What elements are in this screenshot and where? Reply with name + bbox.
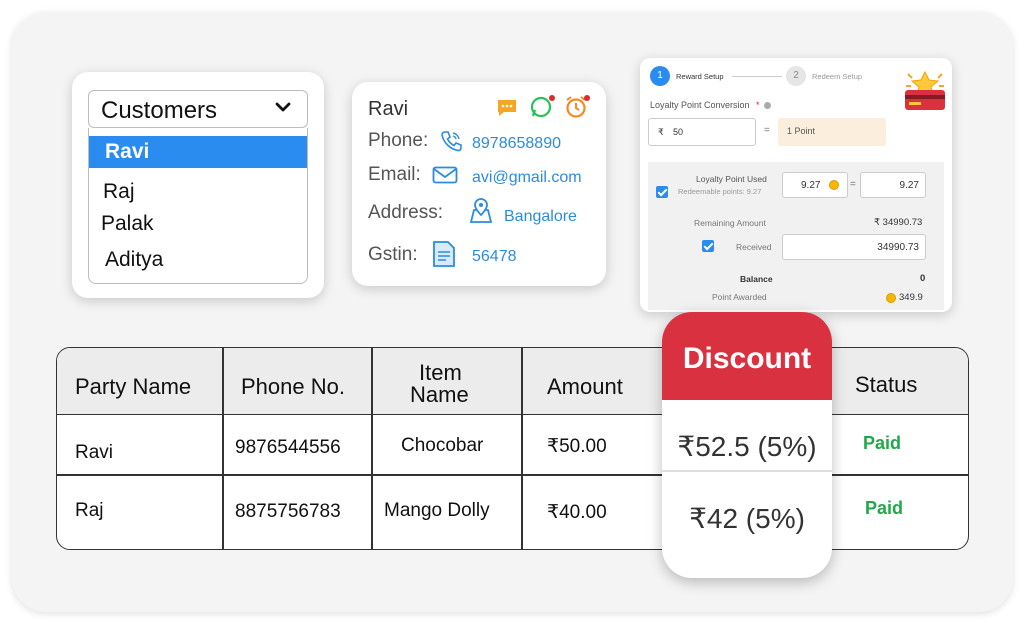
conversion-label: Loyalty Point Conversion — [650, 100, 750, 110]
transactions-table: Party Name Phone No. Item Name Amount St… — [56, 347, 969, 550]
step-2-circle[interactable]: 2 — [786, 66, 806, 86]
step-1-circle[interactable]: 1 — [650, 66, 670, 86]
received-checkbox[interactable] — [702, 240, 714, 252]
row1-party: Ravi — [75, 442, 114, 463]
email-label: Email: — [368, 164, 421, 185]
discount-row1-value: ₹52.5 (5%) — [677, 431, 817, 462]
column-divider — [222, 348, 224, 549]
header-item-name-line1: Item — [419, 360, 462, 385]
point-awarded-label: Point Awarded — [712, 292, 767, 302]
row2-party: Raj — [75, 500, 104, 521]
alarm-clock-icon[interactable] — [564, 94, 590, 120]
point-awarded-value: 349.9 — [899, 292, 923, 303]
redeemable-points-label: Redeemable points: 9.27 — [678, 187, 762, 196]
map-pin-icon — [469, 198, 493, 223]
header-party-name: Party Name — [75, 374, 192, 399]
coin-icon-awarded — [886, 293, 896, 303]
phone-icon — [441, 131, 462, 152]
required-mark: * — [756, 100, 760, 110]
row2-item: Mango Dolly — [384, 500, 490, 521]
column-divider — [521, 348, 523, 549]
row1-amount: ₹50.00 — [547, 436, 607, 457]
step-2-label[interactable]: Redeem Setup — [812, 72, 862, 81]
rupee-symbol: ₹ — [658, 127, 664, 137]
message-icon[interactable] — [496, 98, 518, 118]
loyalty-used-result-field: 9.27 — [860, 172, 926, 198]
row2-status-badge: Paid — [865, 498, 904, 518]
customers-dropdown-list: Ravi Raj Palak Aditya — [88, 128, 308, 284]
received-value: 34990.73 — [877, 242, 919, 253]
column-divider — [371, 348, 373, 549]
coin-icon — [829, 180, 839, 190]
remaining-amount-value: ₹ 34990.73 — [874, 217, 923, 228]
point-value: 1 Point — [787, 126, 816, 136]
loyalty-used-checkbox[interactable] — [656, 186, 668, 198]
balance-label: Balance — [740, 274, 773, 284]
customers-dropdown-label: Customers — [101, 97, 218, 124]
phone-label: Phone: — [368, 130, 429, 151]
row1-item: Chocobar — [401, 435, 484, 456]
point-value-field: 1 Point — [778, 118, 886, 146]
email-icon — [432, 166, 458, 184]
contact-details-card: Ravi Phone: 8978658890 Email: avi@gmail.… — [352, 82, 606, 286]
loyalty-used-label: Loyalty Point Used — [696, 174, 767, 184]
equals-sign: = — [764, 125, 770, 136]
row2-amount: ₹40.00 — [547, 502, 607, 523]
row2-phone: 8875756783 — [235, 501, 341, 522]
received-label: Received — [736, 242, 772, 252]
discount-header-label: Discount — [682, 342, 812, 375]
document-icon — [433, 241, 455, 267]
gstin-label: Gstin: — [368, 244, 418, 265]
conversion-amount-input[interactable]: ₹ 50 — [648, 118, 756, 146]
step-1-label[interactable]: Reward Setup — [676, 72, 724, 81]
loyalty-card-reward-icon — [905, 70, 945, 110]
dropdown-option-aditya[interactable]: Aditya — [89, 248, 307, 272]
header-status: Status — [855, 372, 918, 397]
info-icon[interactable] — [764, 102, 771, 109]
row1-status-badge: Paid — [863, 433, 902, 453]
conversion-amount-value: 50 — [673, 127, 684, 137]
dropdown-option-palak[interactable]: Palak — [89, 212, 307, 236]
discount-column: Discount ₹52.5 (5%) ₹42 (5%) — [662, 312, 832, 578]
customers-dropdown[interactable]: Customers — [88, 90, 308, 128]
header-item-name-line2: Name — [410, 382, 469, 407]
address-value[interactable]: Bangalore — [504, 208, 577, 226]
customers-dropdown-card: Customers Ravi Raj Palak Aditya — [72, 72, 324, 298]
discount-row-divider — [662, 470, 832, 472]
balance-value: 0 — [920, 273, 926, 284]
dropdown-option-raj[interactable]: Raj — [89, 180, 307, 204]
discount-row2-value: ₹42 (5%) — [689, 503, 805, 534]
contact-name: Ravi — [368, 98, 409, 120]
loyalty-used-result: 9.27 — [899, 180, 919, 191]
row1-phone: 9876544556 — [235, 437, 341, 458]
header-phone-no: Phone No. — [241, 374, 345, 399]
header-amount: Amount — [547, 374, 623, 399]
gstin-value[interactable]: 56478 — [472, 248, 517, 266]
whatsapp-icon[interactable] — [530, 94, 556, 118]
remaining-amount-label: Remaining Amount — [694, 218, 766, 228]
loyalty-used-input[interactable]: 9.27 — [782, 172, 848, 198]
email-value[interactable]: avi@gmail.com — [472, 169, 582, 187]
stepper-line — [732, 76, 782, 77]
phone-value[interactable]: 8978658890 — [472, 135, 561, 153]
received-input[interactable]: 34990.73 — [782, 234, 926, 260]
chevron-down-icon — [275, 102, 291, 112]
discount-header: Discount — [662, 312, 832, 400]
loyalty-redeem-card: 1 Reward Setup 2 Redeem Setup Loyalty Po… — [640, 58, 952, 312]
equals-sign-2: = — [850, 179, 856, 190]
loyalty-used-value: 9.27 — [801, 180, 821, 191]
address-label: Address: — [368, 202, 443, 223]
dropdown-option-ravi[interactable]: Ravi — [89, 136, 307, 168]
